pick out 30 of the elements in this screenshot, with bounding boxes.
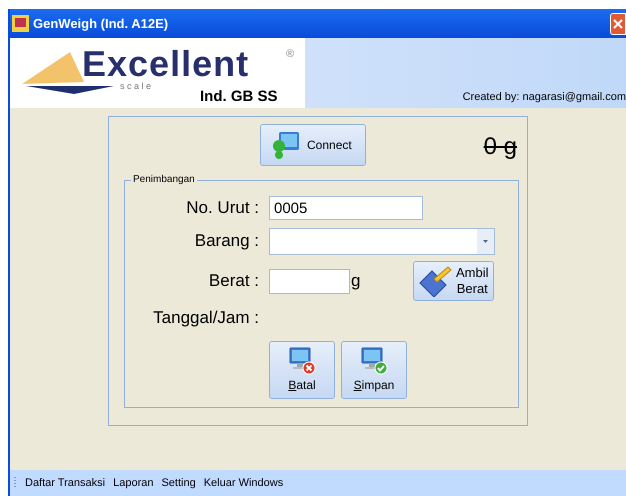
field-label: Barang :: [194, 230, 259, 252]
monitor-cancel-icon: [288, 346, 316, 376]
dropdown-arrow-icon: [483, 240, 488, 242]
cancel-button[interactable]: Batal: [269, 341, 335, 399]
menu-item[interactable]: Setting: [161, 474, 196, 492]
menu-item[interactable]: Laporan: [113, 474, 154, 492]
weight-field[interactable]: [269, 268, 350, 294]
menu-item[interactable]: Keluar Windows: [204, 474, 284, 492]
weight-display: 0 g: [484, 132, 517, 162]
app-icon: [12, 15, 29, 32]
menu-item[interactable]: Daftar Transaksi: [25, 474, 106, 492]
save-button[interactable]: Simpan: [341, 341, 407, 399]
take-weight-button[interactable]: Ambil Berat: [413, 261, 494, 301]
connect-button[interactable]: Connect: [260, 124, 366, 166]
field-label: Berat :: [208, 270, 259, 292]
logo-wordmark: Excellent: [82, 44, 250, 84]
edition-label: Ind. GB SS: [200, 88, 278, 105]
registered-mark: ®: [286, 48, 294, 60]
window-title: GenWeigh (Ind. A12E): [33, 14, 168, 33]
close-button[interactable]: [610, 12, 626, 34]
close-icon: [613, 18, 623, 28]
unit-label: g: [351, 270, 362, 292]
group-title: Penimbangan: [131, 173, 197, 187]
credit-text: Created by: nagarasi@gmail.com: [462, 90, 626, 104]
field-label: No. Urut :: [185, 197, 259, 220]
field-label: Tanggal/Jam :: [152, 307, 259, 330]
logo-subtitle: s c a l e: [120, 81, 152, 91]
dropdown-field[interactable]: [269, 228, 495, 254]
text-field[interactable]: 0005: [269, 196, 423, 220]
monitor-check-icon: [360, 346, 388, 376]
